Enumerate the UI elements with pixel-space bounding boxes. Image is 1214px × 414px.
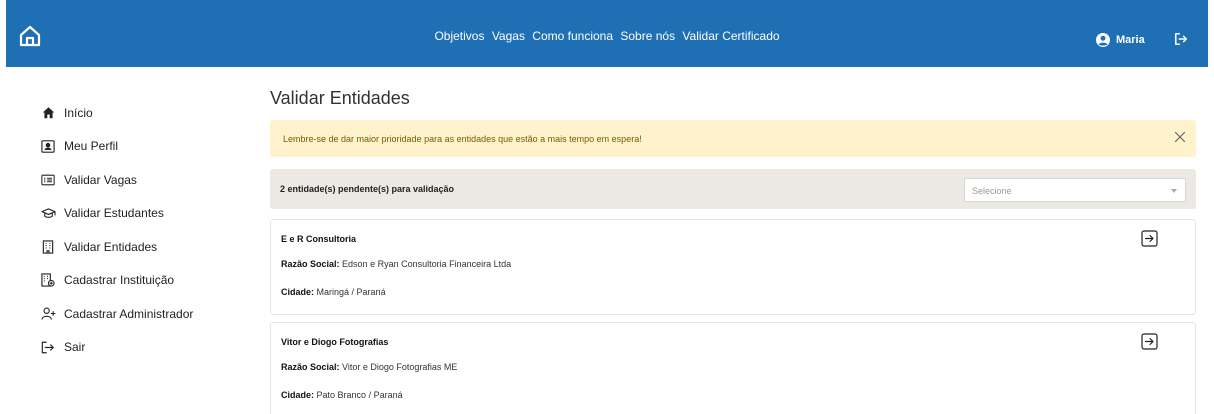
nav-link-validar-certificado[interactable]: Validar Certificado bbox=[682, 29, 779, 43]
sidebar-item-meu-perfil[interactable]: Meu Perfil bbox=[40, 130, 240, 164]
nav-link-objetivos[interactable]: Objetivos bbox=[434, 29, 484, 43]
entity-name: Vitor e Diogo Fotografias bbox=[281, 337, 389, 347]
user-name: Maria bbox=[1116, 34, 1145, 46]
razao-value: Vitor e Diogo Fotografias ME bbox=[342, 362, 458, 372]
logout-icon[interactable] bbox=[1174, 32, 1188, 51]
priority-alert: Lembre-se de dar maior prioridade para a… bbox=[270, 120, 1196, 157]
sidebar-item-label: Cadastrar Administrador bbox=[64, 306, 194, 321]
sidebar-item-label: Cadastrar Instituição bbox=[64, 273, 175, 288]
graduation-cap-icon bbox=[40, 205, 56, 221]
nav-link-sobre-nos[interactable]: Sobre nós bbox=[620, 29, 675, 43]
entity-cidade: Cidade: Maringá / Paraná bbox=[281, 287, 386, 297]
building-add-icon bbox=[40, 272, 56, 288]
filter-select[interactable]: Selecione bbox=[964, 178, 1186, 202]
pending-bar: 2 entidade(s) pendente(s) para validação… bbox=[270, 169, 1196, 209]
list-card-icon bbox=[40, 172, 56, 188]
logout-icon bbox=[40, 339, 56, 355]
main-nav: Objetivos Vagas Como funciona Sobre nós … bbox=[6, 29, 1208, 43]
entity-name: E e R Consultoria bbox=[281, 234, 357, 244]
sidebar-item-label: Validar Vagas bbox=[64, 172, 137, 187]
sidebar-item-validar-entidades[interactable]: Validar Entidades bbox=[40, 230, 240, 264]
pending-count: 2 entidade(s) pendente(s) para validação bbox=[280, 184, 455, 194]
cidade-label: Cidade: bbox=[281, 390, 315, 400]
nav-link-vagas[interactable]: Vagas bbox=[492, 29, 525, 43]
page-title: Validar Entidades bbox=[270, 88, 410, 108]
sidebar-item-sair[interactable]: Sair bbox=[40, 331, 240, 365]
sidebar-item-cadastrar-administrador[interactable]: Cadastrar Administrador bbox=[40, 297, 240, 331]
home-icon bbox=[40, 105, 56, 121]
razao-label: Razão Social: bbox=[281, 259, 340, 269]
cidade-value: Pato Branco / Paraná bbox=[316, 390, 403, 400]
building-icon bbox=[40, 239, 56, 255]
sidebar-item-label: Início bbox=[64, 105, 93, 120]
cidade-value: Maringá / Paraná bbox=[316, 287, 386, 297]
entity-cidade: Cidade: Pato Branco / Paraná bbox=[281, 390, 403, 400]
sidebar-item-validar-estudantes[interactable]: Validar Estudantes bbox=[40, 197, 240, 231]
entity-razao-social: Razão Social: Vitor e Diogo Fotografias … bbox=[281, 362, 457, 372]
close-icon[interactable] bbox=[1174, 131, 1186, 145]
sidebar: Início Meu Perfil Validar Vagas Validar … bbox=[40, 96, 240, 364]
sidebar-item-cadastrar-instituicao[interactable]: Cadastrar Instituição bbox=[40, 264, 240, 298]
entity-razao-social: Razão Social: Edson e Ryan Consultoria F… bbox=[281, 259, 511, 269]
sidebar-item-label: Validar Entidades bbox=[64, 239, 158, 254]
razao-value: Edson e Ryan Consultoria Financeira Ltda bbox=[342, 259, 512, 269]
sidebar-item-label: Sair bbox=[64, 340, 86, 355]
user-add-icon bbox=[40, 306, 56, 322]
sidebar-item-validar-vagas[interactable]: Validar Vagas bbox=[40, 163, 240, 197]
sidebar-item-label: Validar Estudantes bbox=[64, 206, 164, 221]
chevron-down-icon bbox=[1171, 189, 1177, 193]
cidade-label: Cidade: bbox=[281, 287, 315, 297]
id-card-icon bbox=[40, 138, 56, 154]
select-placeholder: Selecione bbox=[972, 186, 1012, 196]
nav-link-como-funciona[interactable]: Como funciona bbox=[532, 29, 613, 43]
razao-label: Razão Social: bbox=[281, 362, 340, 372]
open-entity-icon[interactable] bbox=[1141, 333, 1158, 350]
user-circle-icon bbox=[1096, 33, 1110, 47]
open-entity-icon[interactable] bbox=[1141, 230, 1158, 247]
top-navbar: Objetivos Vagas Como funciona Sobre nós … bbox=[6, 0, 1208, 67]
sidebar-item-inicio[interactable]: Início bbox=[40, 96, 240, 130]
entity-card: E e R Consultoria Razão Social: Edson e … bbox=[270, 219, 1196, 315]
sidebar-item-label: Meu Perfil bbox=[64, 139, 119, 154]
entity-card: Vitor e Diogo Fotografias Razão Social: … bbox=[270, 322, 1196, 414]
alert-message: Lembre-se de dar maior prioridade para a… bbox=[283, 134, 642, 144]
user-menu[interactable]: Maria bbox=[1096, 33, 1145, 47]
